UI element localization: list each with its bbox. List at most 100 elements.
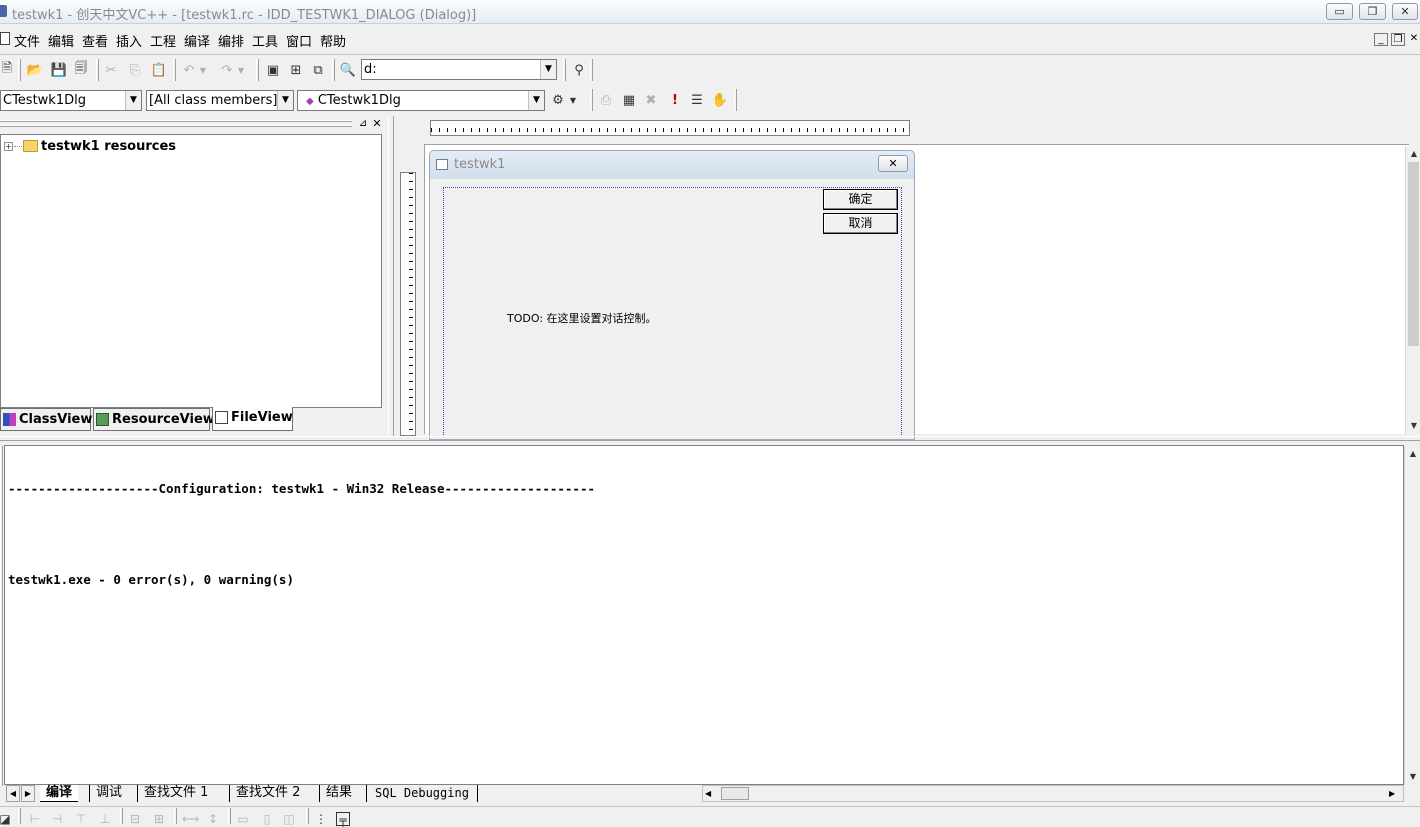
undo-icon[interactable]: ↶ [180, 61, 198, 79]
menu-project[interactable]: 工程 [150, 31, 176, 50]
tab-resourceview[interactable]: ResourceView [93, 408, 215, 431]
tab-build[interactable]: 编译 [40, 785, 79, 802]
maximize-button[interactable]: ❐ [1359, 3, 1386, 20]
tab-results[interactable]: 结果 [319, 785, 358, 802]
redo-dropdown-icon[interactable]: ▼ [236, 61, 246, 79]
filter-combo[interactable]: [All class members] ▼ [146, 90, 294, 111]
pane-gripper[interactable] [0, 125, 352, 127]
tree-expand-toggle[interactable]: + [4, 142, 13, 151]
tab-scroll-left-icon[interactable]: ◀ [6, 785, 20, 802]
center-vertical-icon[interactable]: ⊟ [128, 812, 142, 826]
toggle-guides-icon[interactable]: ╤ [336, 812, 350, 827]
menu-build[interactable]: 编译 [184, 31, 210, 50]
tab-fileview[interactable]: FileView [212, 407, 293, 431]
chevron-down-icon[interactable]: ▼ [125, 91, 141, 110]
mdi-minimize-button[interactable]: _ [1374, 33, 1388, 46]
copy-icon[interactable]: ⎘ [126, 61, 144, 79]
chevron-down-icon[interactable]: ▼ [540, 60, 556, 79]
center-horizontal-icon[interactable]: ⊞ [152, 812, 166, 826]
app-icon[interactable] [0, 5, 7, 17]
save-icon[interactable]: 💾 [50, 61, 68, 79]
align-bottom-icon[interactable]: ⊥ [98, 812, 112, 826]
cut-icon[interactable]: ✂ [102, 61, 120, 79]
menu-view[interactable]: 查看 [82, 31, 108, 50]
chevron-down-icon[interactable]: ▼ [277, 91, 293, 110]
tab-sql-debugging[interactable]: SQL Debugging [366, 785, 478, 802]
chevron-up-icon[interactable]: ▲ [1405, 446, 1420, 462]
scroll-thumb[interactable] [1408, 162, 1419, 346]
find-binoculars-icon[interactable]: ⚲ [570, 61, 588, 79]
output-hscrollbar[interactable]: ◀ ▶ [702, 785, 1404, 802]
build-icon[interactable]: ▦ [620, 91, 638, 109]
output-gripper[interactable] [0, 446, 3, 786]
chevron-up-icon[interactable]: ▲ [1406, 146, 1420, 162]
find-in-files-icon[interactable]: 🔍 [339, 61, 357, 79]
menu-window[interactable]: 窗口 [286, 31, 312, 50]
menu-layout[interactable]: 编排 [218, 31, 244, 50]
directory-combo[interactable]: d: ▼ [361, 59, 557, 80]
dialog-caption[interactable]: testwk1 ✕ [430, 151, 914, 179]
insert-breakpoint-icon[interactable]: ☰ [688, 91, 706, 109]
output-scrollbar[interactable]: ▲ ▼ [1404, 446, 1420, 785]
dialog-close-icon[interactable]: ✕ [878, 155, 908, 172]
mdi-close-button[interactable]: ✕ [1407, 33, 1420, 46]
menu-edit[interactable]: 编辑 [48, 31, 74, 50]
make-same-size-icon[interactable]: ◫ [282, 812, 296, 826]
tree-root-label[interactable]: testwk1 resources [41, 139, 176, 154]
tab-find-in-files-1[interactable]: 查找文件 1 [137, 785, 214, 802]
close-button[interactable]: ✕ [1392, 3, 1418, 20]
make-same-height-icon[interactable]: ▯ [260, 812, 274, 826]
align-right-icon[interactable]: ⊣ [50, 812, 64, 826]
paste-icon[interactable]: 📋 [150, 61, 168, 79]
workspace-window-icon[interactable]: ▣ [264, 61, 282, 79]
chevron-right-icon[interactable]: ▶ [1389, 786, 1395, 801]
tab-debug[interactable]: 调试 [89, 785, 128, 802]
vertical-ruler[interactable] [400, 172, 416, 436]
wizard-action-icon[interactable]: ⚙ [549, 91, 567, 109]
horizontal-ruler[interactable] [430, 120, 910, 136]
menu-tools[interactable]: 工具 [252, 31, 278, 50]
class-combo[interactable]: CTestwk1Dlg ▼ [0, 90, 142, 111]
chevron-down-icon[interactable]: ▼ [528, 91, 544, 110]
pane-gripper[interactable] [0, 120, 352, 122]
chevron-down-icon[interactable]: ▼ [1405, 769, 1420, 785]
vertical-splitter[interactable] [388, 116, 394, 436]
member-combo[interactable]: ◆ CTestwk1Dlg ▼ [297, 90, 545, 111]
menu-file[interactable]: 文件 [14, 31, 40, 50]
tab-find-in-files-2[interactable]: 查找文件 2 [229, 785, 306, 802]
output-text-area[interactable]: --------------------Configuration: testw… [4, 445, 1404, 785]
dialog-client-area[interactable]: 确定 取消 TODO: 在这里设置对话控制。 [443, 187, 902, 437]
todo-static-text[interactable]: TODO: 在这里设置对话控制。 [507, 310, 657, 326]
hscroll-thumb[interactable] [721, 787, 749, 800]
output-window-icon[interactable]: ⊞ [287, 61, 305, 79]
editor-scrollbar[interactable]: ▲ ▼ [1405, 146, 1420, 434]
stop-build-icon[interactable]: ✖ [642, 91, 660, 109]
align-top-icon[interactable]: ⊤ [74, 812, 88, 826]
new-text-file-icon[interactable]: 🗎 [0, 61, 16, 79]
undo-dropdown-icon[interactable]: ▼ [198, 61, 208, 79]
minimize-button[interactable]: ▭ [1326, 3, 1353, 20]
execute-icon[interactable]: ! [666, 91, 684, 109]
make-same-width-icon[interactable]: ▭ [236, 812, 250, 826]
cancel-button[interactable]: 取消 [823, 213, 898, 234]
wizard-action-dropdown-icon[interactable]: ▼ [567, 91, 579, 109]
tab-scroll-right-icon[interactable]: ▶ [21, 785, 35, 802]
redo-icon[interactable]: ↷ [218, 61, 236, 79]
chevron-down-icon[interactable]: ▼ [1406, 418, 1420, 434]
menu-help[interactable]: 帮助 [320, 31, 346, 50]
align-left-icon[interactable]: ⊢ [28, 812, 42, 826]
menu-insert[interactable]: 插入 [116, 31, 142, 50]
space-across-icon[interactable]: ⟷ [182, 812, 199, 826]
mdi-restore-button[interactable]: ❐ [1391, 33, 1405, 46]
space-down-icon[interactable]: ↕ [206, 812, 220, 826]
select-arrow-icon[interactable]: ◪ [0, 812, 12, 826]
compile-icon[interactable]: ⎙ [597, 91, 615, 109]
ok-button[interactable]: 确定 [823, 189, 898, 210]
pane-maximize-icon[interactable]: ⊿ [357, 118, 369, 130]
save-all-icon[interactable]: 🗐 [72, 61, 90, 79]
window-list-icon[interactable]: ⧉ [309, 61, 327, 79]
tab-classview[interactable]: ClassView [0, 408, 92, 431]
hand-icon[interactable]: ✋ [711, 91, 729, 109]
open-folder-icon[interactable]: 📂 [26, 61, 44, 79]
pane-close-icon[interactable]: ✕ [371, 118, 383, 130]
